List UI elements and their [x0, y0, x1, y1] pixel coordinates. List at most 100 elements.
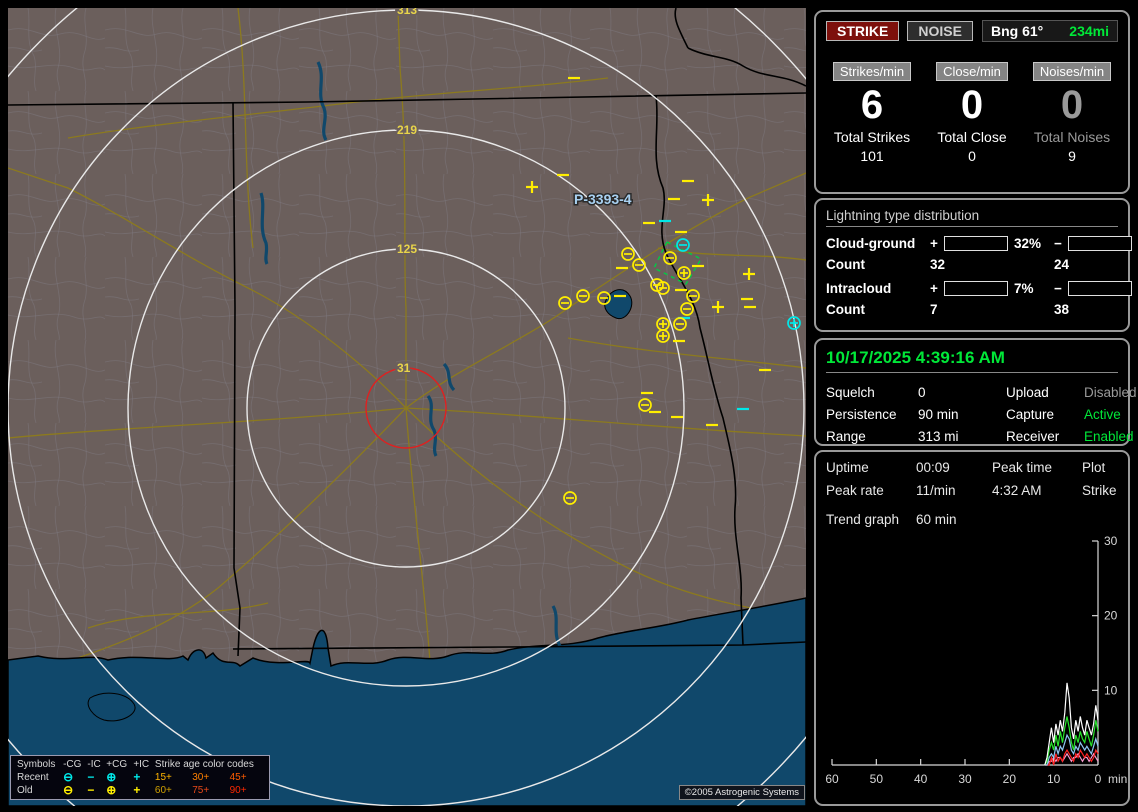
- cloud-ground-count-row: Count 32 24: [826, 257, 1118, 272]
- strikes-per-min-button[interactable]: Strikes/min: [832, 62, 912, 81]
- range-ring-label-31: 31: [397, 361, 411, 375]
- trend-x-unit: min: [1108, 772, 1127, 786]
- plus-sign: +: [930, 281, 938, 296]
- trend-x-tick: 10: [1047, 772, 1061, 786]
- range-ring-label-125: 125: [397, 242, 417, 256]
- minus-sign: −: [1054, 236, 1062, 251]
- minus-sign: −: [1054, 281, 1062, 296]
- legend-header-row: Symbols -CG -IC +CG +IC Strike age color…: [15, 758, 265, 771]
- plus-sign: +: [930, 236, 938, 251]
- range-value: 313 mi: [918, 429, 959, 444]
- bearing-value: Bng 61°: [991, 23, 1044, 39]
- receiver-label: Receiver: [1006, 429, 1060, 444]
- count-label: Count: [826, 302, 865, 317]
- persistence-label: Persistence: [826, 407, 897, 422]
- total-strikes-value: 101: [860, 148, 884, 164]
- intracloud-label: Intracloud: [826, 281, 892, 296]
- legend-old-label: Old: [17, 785, 33, 796]
- range-ring-label-313: 313: [397, 8, 417, 17]
- ic-positive-bar: [944, 281, 1008, 296]
- copyright-notice: ©2005 Astrogenic Systems: [678, 785, 805, 800]
- ic-negative-count: 38: [1054, 302, 1070, 317]
- map-legend: Symbols -CG -IC +CG +IC Strike age color…: [10, 755, 270, 800]
- age-45: 45+: [229, 772, 247, 783]
- ic-negative-bar: [1068, 281, 1132, 296]
- range-label: Range: [826, 429, 866, 444]
- persistence-value: 90 min: [918, 407, 959, 422]
- peak-time-value: 4:32 AM: [992, 483, 1042, 498]
- noises-per-min-column: Noises/min 0 Total Noises 9: [1026, 62, 1118, 164]
- count-label: Count: [826, 257, 865, 272]
- datetime-display: 10/17/2025 4:39:16 AM: [826, 348, 1118, 373]
- plot-label: Plot: [1082, 460, 1106, 475]
- uptime-value: 00:09: [916, 460, 950, 475]
- trend-graph-chart: 10 20 30 60 50 40 30 20 10 0 min: [825, 534, 1127, 786]
- strike-stats-panel: STRIKE NOISE Bng 61° 234mi Strikes/min 6…: [814, 10, 1130, 194]
- strikes-per-min-value: 6: [860, 83, 884, 127]
- upload-label: Upload: [1006, 385, 1049, 400]
- map-canvas[interactable]: 313 219 125 31 P-3393-4: [8, 8, 806, 806]
- age-60: 60+: [154, 785, 172, 796]
- trend-y-tick: 30: [1104, 534, 1118, 548]
- receiver-status-panel: 10/17/2025 4:39:16 AM Squelch 0 Upload D…: [814, 338, 1137, 446]
- trend-x-tick: 40: [914, 772, 928, 786]
- legend-symbols-label: Symbols: [17, 759, 56, 770]
- cg-negative-bar: [1068, 236, 1132, 251]
- lightning-distribution-panel: Lightning type distribution Cloud-ground…: [814, 198, 1132, 332]
- noises-per-min-button[interactable]: Noises/min: [1032, 62, 1112, 81]
- distance-value: 234mi: [1069, 23, 1109, 39]
- peak-rate-value: 11/min: [916, 483, 956, 498]
- trend-x-tick: 60: [826, 772, 839, 786]
- squelch-label: Squelch: [826, 385, 875, 400]
- trend-x-tick: 0: [1095, 772, 1102, 786]
- total-close-label: Total Close: [937, 129, 1007, 145]
- age-30: 30+: [192, 772, 210, 783]
- strike-mode-button[interactable]: STRIKE: [826, 21, 900, 41]
- cg-negative-count: 24: [1054, 257, 1070, 272]
- age-75: 75+: [192, 785, 210, 796]
- cg-positive-bar: [944, 236, 1008, 251]
- minus-icon: −: [87, 783, 95, 797]
- plus-icon: +: [133, 783, 141, 797]
- noises-per-min-value: 0: [1060, 83, 1084, 127]
- ic-positive-count: 7: [930, 302, 938, 317]
- capture-label: Capture: [1006, 407, 1055, 422]
- lightning-map[interactable]: 313 219 125 31 P-3393-4 Symbols -CG -IC +CG …: [8, 8, 806, 806]
- age-15: 15+: [154, 772, 172, 783]
- cloud-ground-row: Cloud-ground + 32% − 24%: [826, 236, 1132, 251]
- receiver-value: Enabled: [1084, 429, 1134, 444]
- range-ring-label-219: 219: [397, 123, 417, 137]
- cg-negative-pct: 24%: [1132, 236, 1138, 251]
- total-close-value: 0: [968, 148, 976, 164]
- intracloud-count-row: Count 7 38: [826, 302, 1118, 317]
- upload-value: Disabled: [1084, 385, 1137, 400]
- trend-window-value: 60 min: [916, 512, 957, 527]
- trend-y-tick: 10: [1104, 683, 1118, 697]
- close-per-min-value: 0: [960, 83, 984, 127]
- total-noises-label: Total Noises: [1033, 129, 1111, 145]
- noise-mode-button[interactable]: NOISE: [907, 21, 973, 41]
- uptime-label: Uptime: [826, 460, 869, 475]
- strikes-per-min-column: Strikes/min 6 Total Strikes 101: [826, 62, 918, 164]
- total-noises-value: 9: [1068, 148, 1076, 164]
- trend-x-tick: 30: [958, 772, 972, 786]
- squelch-value: 0: [918, 385, 926, 400]
- trend-graph-label: Trend graph: [826, 512, 900, 527]
- capture-value: Active: [1084, 407, 1121, 422]
- circle-plus-icon: ⊕: [106, 783, 117, 797]
- distribution-title: Lightning type distribution: [826, 208, 1118, 227]
- plot-mode-value: Strike: [1082, 483, 1117, 498]
- trend-x-tick: 50: [870, 772, 884, 786]
- age-90: 90+: [229, 785, 247, 796]
- close-per-min-button[interactable]: Close/min: [936, 62, 1008, 81]
- legend-age-codes-label: Strike age color codes: [154, 759, 254, 770]
- intracloud-row: Intracloud + 7% − 38%: [826, 281, 1132, 296]
- close-per-min-column: Close/min 0 Total Close 0: [926, 62, 1018, 164]
- trend-y-tick: 20: [1104, 609, 1118, 623]
- circle-minus-icon: ⊖: [63, 783, 74, 797]
- ic-positive-pct: 7%: [1014, 281, 1034, 296]
- total-strikes-label: Total Strikes: [833, 129, 911, 145]
- ic-negative-pct: 38%: [1132, 281, 1138, 296]
- storm-cell-label: P-3393-4: [574, 191, 632, 207]
- bearing-distance-readout: Bng 61° 234mi: [982, 20, 1118, 42]
